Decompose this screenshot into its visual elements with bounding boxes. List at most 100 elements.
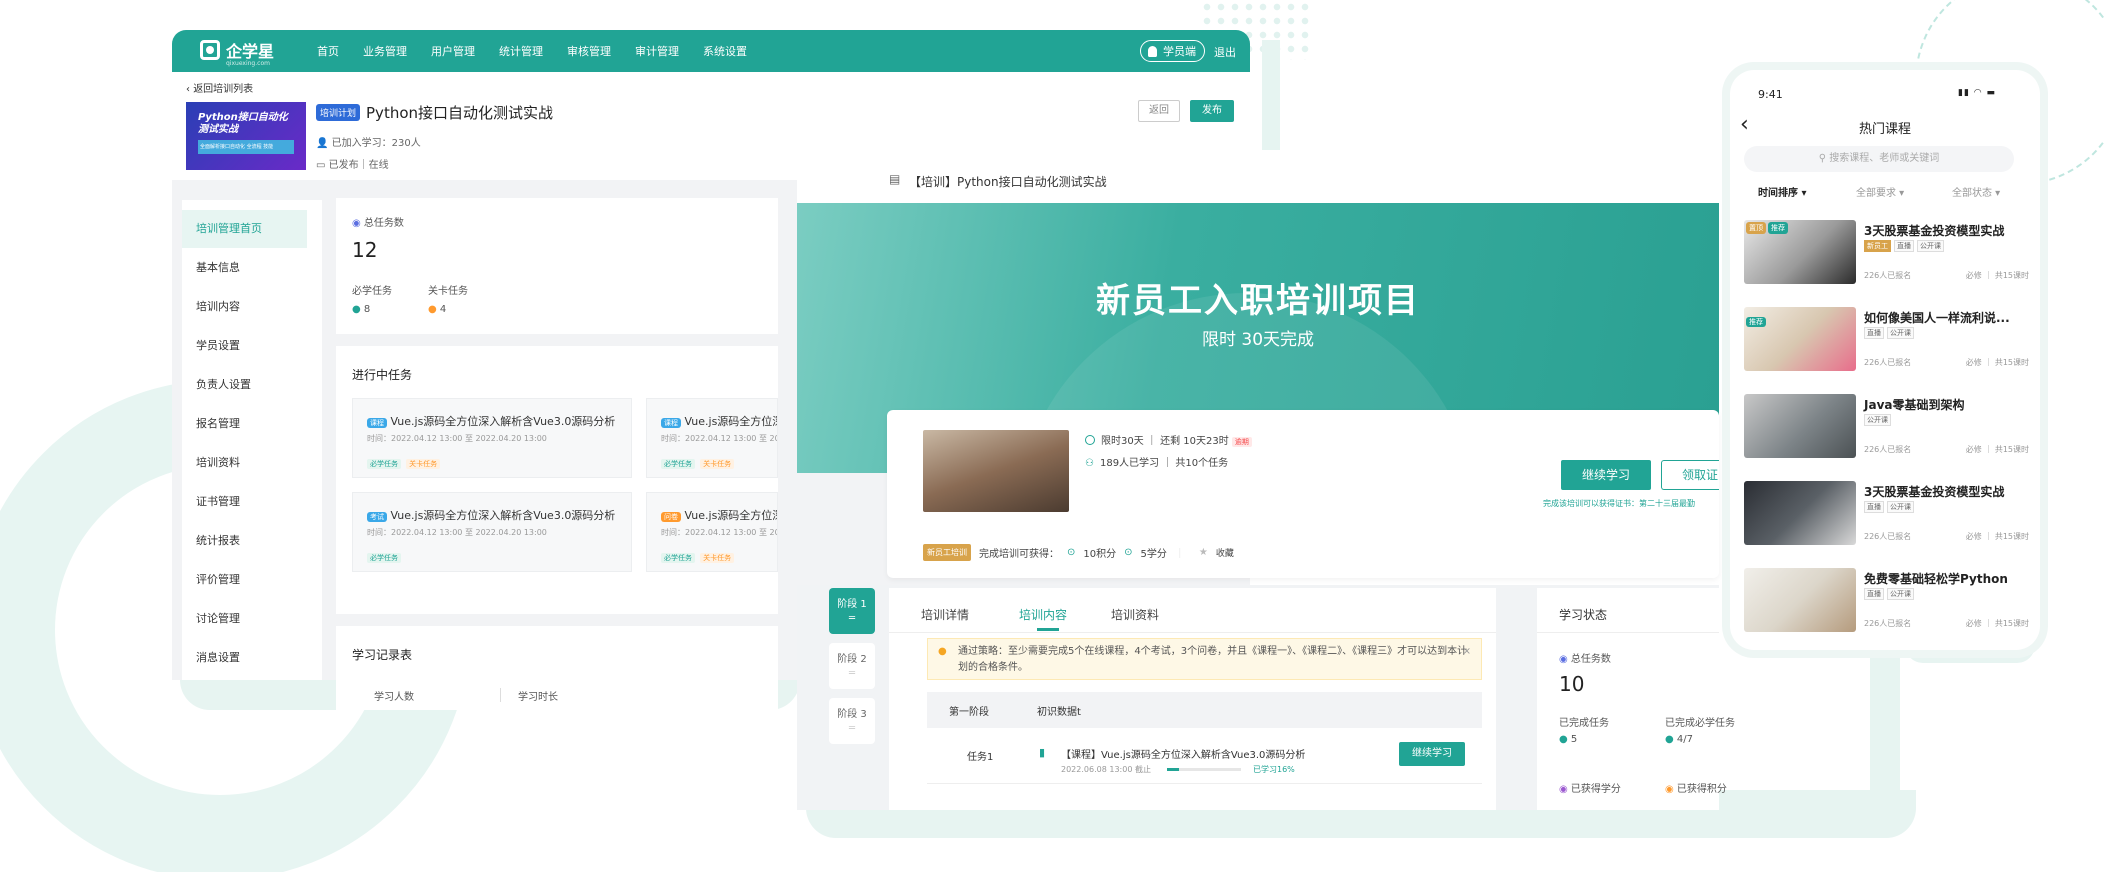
tab-details[interactable]: 培训详情 (921, 606, 969, 623)
status-required-value: ● 4/7 (1665, 734, 1693, 745)
course-list-item[interactable]: 3天股票基金投资模型实战 直播 公开课 226人已报名 必修 ｜ 共15课时 (1744, 481, 2029, 547)
learner-window: ▤ 【培训】Python接口自动化测试实战 新员工入职培训项目 限时 30天完成… (797, 160, 1735, 810)
filter-status[interactable]: 全部状态 ▾ (1952, 184, 2000, 199)
nav-item-stats[interactable]: 统计管理 (499, 43, 543, 59)
claim-certificate-button[interactable]: 领取证 (1661, 460, 1719, 490)
course-list-item[interactable]: 免费零基础轻松学Python 直播 公开课 226人已报名 必修 ｜ 共15课时 (1744, 568, 2029, 634)
task-time: 时间：2022.04.12 13:00 至 2022.04.20 13:00 (661, 434, 777, 443)
continue-learning-button[interactable]: 继续学习 (1561, 460, 1651, 490)
course-list-item[interactable]: Java零基础到架构 公开课 226人已报名 必修 ｜ 共15课时 (1744, 394, 2029, 460)
nav-item-audit[interactable]: 审计管理 (635, 43, 679, 59)
status-total-label-text: 总任务数 (1570, 654, 1611, 665)
stage-3-tab[interactable]: 阶段 3 ═ (829, 698, 875, 744)
time-limit: 限时30天 ｜ 还剩 10天23时 逾期 (1085, 432, 1252, 447)
course-tag: 课程 (661, 418, 681, 428)
course-list-item[interactable]: 置顶 推荐 3天股票基金投资模型实战 新员工 直播 公开课 226人已报名 必修 ｜ 共… (1744, 220, 2029, 286)
divider (1537, 632, 1719, 633)
course-title: Python接口自动化测试实战 (366, 104, 554, 122)
sidebar-item-owners[interactable]: 负责人设置 (182, 366, 307, 404)
sidebar-item-reports[interactable]: 统计报表 (182, 522, 307, 560)
course-tag: 公开课 (1917, 240, 1944, 252)
star-icon[interactable]: ★ (1199, 547, 1208, 558)
points-earned: ◉ 已获得积分 (1665, 780, 1727, 795)
task-time: 时间：2022.04.12 13:00 至 2022.04.20 13:00 (661, 528, 777, 537)
course-list-item[interactable]: 推荐 如何像美国人一样流利说... 直播 公开课 226人已报名 必修 ｜ 共15课… (1744, 307, 2029, 373)
sidebar-item-discussions[interactable]: 讨论管理 (182, 600, 307, 638)
sidebar-item-basic-info[interactable]: 基本信息 (182, 249, 307, 287)
sidebar-item-training-home[interactable]: 培训管理首页 (182, 210, 307, 248)
total-tasks-label-text: 总任务数 (363, 218, 404, 229)
course-info: 必修 ｜ 共15课时 (1965, 358, 2029, 367)
stage-2-tab[interactable]: 阶段 2 ═ (829, 643, 875, 689)
hero-subtitle: 限时 30天完成 (1201, 330, 1315, 350)
task-label: 任务1 (967, 752, 994, 763)
users-icon: ⚇ (1085, 458, 1094, 469)
level-tasks-number: 4 (439, 304, 447, 315)
sidebar-item-students[interactable]: 学员设置 (182, 327, 307, 365)
course-tag: 新员工 (1864, 240, 1891, 252)
stage-name: 第一阶段 (949, 707, 989, 718)
status-required-number: 4/7 (1676, 734, 1693, 745)
survey-tag: 问卷 (661, 512, 681, 522)
training-info-card: 限时30天 ｜ 还剩 10天23时 逾期 ⚇ 189人已学习 ｜ 共10个任务 继… (887, 410, 1719, 578)
course-meta: 226人已报名 必修 ｜ 共15课时 (1864, 444, 2029, 455)
course-badges: 置顶 推荐 (1746, 222, 1788, 234)
sidebar-item-messages[interactable]: 消息设置 (182, 639, 307, 677)
new-employee-badge: 新员工培训 (923, 544, 971, 561)
point-icon: ◉ (1665, 784, 1677, 795)
chat-icon: ▤ (889, 172, 901, 186)
status-total-label: ◉ 总任务数 (1559, 650, 1611, 665)
credits-text: 5学分 (1140, 549, 1167, 560)
task-card[interactable]: 课程 Vue.js源码全方位深入解析含Vue3.0源码分析 时间：2022.04… (646, 398, 778, 478)
training-photo (923, 430, 1069, 512)
logout-link[interactable]: 退出 (1214, 44, 1236, 60)
sidebar-item-certificates[interactable]: 证书管理 (182, 483, 307, 521)
close-icon[interactable]: × (1463, 644, 1471, 660)
task-title: Vue.js源码全方位深入解析含Vue3.0源码分析 (390, 509, 616, 522)
level-pill: 关卡任务 (700, 459, 735, 469)
logo[interactable]: 企学星 qixuexing.com (200, 38, 275, 67)
records-card: 学习记录表 (336, 626, 778, 680)
student-view-button[interactable]: 学员端 (1140, 40, 1205, 62)
favorite-label[interactable]: 收藏 (1216, 546, 1234, 559)
publish-button[interactable]: 发布 (1190, 100, 1234, 122)
pin-badge: 置顶 (1746, 222, 1766, 234)
return-button[interactable]: 返回 (1138, 100, 1180, 122)
sidebar-item-enrollment[interactable]: 报名管理 (182, 405, 307, 443)
tab-content[interactable]: 培训内容 (1019, 606, 1067, 623)
sidebar-item-reviews[interactable]: 评价管理 (182, 561, 307, 599)
task-title: Vue.js源码全方位深入解析含Vue3.0源码分析 (684, 509, 778, 522)
training-content-panel: 培训详情 培训内容 培训资料 ● 通过策略：至少需要完成5个在线课程，4个考试，… (889, 588, 1496, 810)
course-tag: 公开课 (1887, 327, 1914, 339)
total-tasks-value: 12 (352, 238, 378, 262)
exam-tag: 考试 (367, 512, 387, 522)
nav-item-business[interactable]: 业务管理 (363, 43, 407, 59)
sidebar-item-materials[interactable]: 培训资料 (182, 444, 307, 482)
logo-name: 企学星 (226, 42, 275, 61)
progress-track (1167, 768, 1241, 771)
nav-item-settings[interactable]: 系统设置 (703, 43, 747, 59)
nav-item-users[interactable]: 用户管理 (431, 43, 475, 59)
sidebar-item-content[interactable]: 培训内容 (182, 288, 307, 326)
check-circle-icon: ⊙ (1124, 547, 1133, 558)
tab-materials[interactable]: 培训资料 (1111, 606, 1159, 623)
course-info: 必修 ｜ 共15课时 (1965, 532, 2029, 541)
task-card[interactable]: 课程 Vue.js源码全方位深入解析含Vue3.0源码分析 时间：2022.04… (352, 398, 632, 478)
task-continue-button[interactable]: 继续学习 (1399, 742, 1465, 766)
mobile-app-screen: 9:41 ▮▮ ◠ ▬ ‹ 热门课程 ⚲ 搜索课程、老师或关键词 时间排序 ▾ … (1730, 70, 2040, 650)
back-link[interactable]: ‹ 返回培训列表 (186, 80, 253, 95)
sidebar: 培训管理首页 基本信息 培训内容 学员设置 负责人设置 报名管理 培训资料 证书… (182, 200, 322, 680)
task-card[interactable]: 考试 Vue.js源码全方位深入解析含Vue3.0源码分析 时间：2022.04… (352, 492, 632, 572)
search-input[interactable]: ⚲ 搜索课程、老师或关键词 (1744, 146, 2014, 172)
filter-time-sort[interactable]: 时间排序 ▾ (1758, 184, 1807, 199)
stage-1-tab[interactable]: 阶段 1 ═ (829, 588, 875, 634)
filter-requirements[interactable]: 全部要求 ▾ (1856, 184, 1904, 199)
search-icon: ⚲ (1818, 153, 1830, 164)
required-pill: 必学任务 (367, 459, 401, 469)
nav-item-review[interactable]: 审核管理 (567, 43, 611, 59)
recommend-badge: 推荐 (1768, 222, 1788, 234)
status-time: 9:41 (1758, 88, 1783, 101)
learner-header: ▤ 【培训】Python接口自动化测试实战 (797, 160, 1719, 203)
task-card[interactable]: 问卷 Vue.js源码全方位深入解析含Vue3.0源码分析 时间：2022.04… (646, 492, 778, 572)
nav-item-home[interactable]: 首页 (317, 43, 339, 59)
